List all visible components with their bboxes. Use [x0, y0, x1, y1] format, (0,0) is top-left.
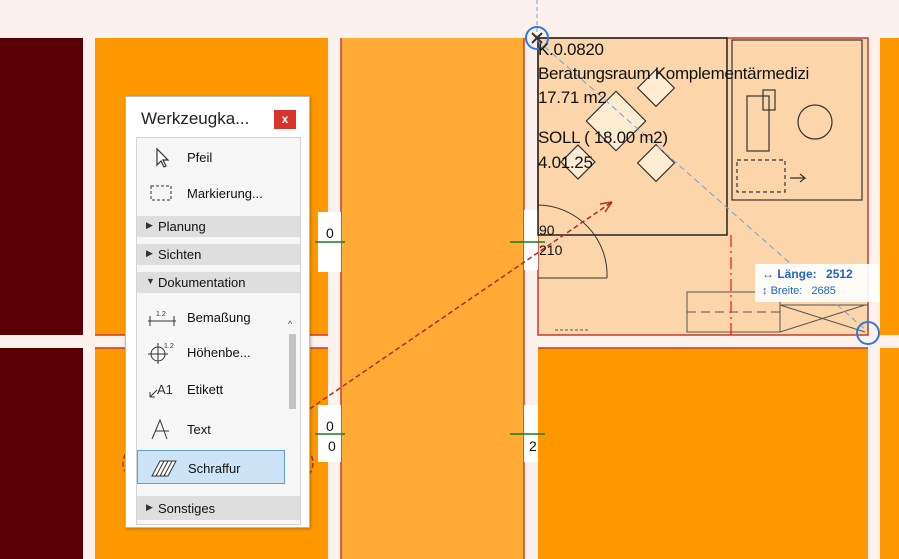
tool-label: Pfeil: [187, 150, 213, 165]
triangle-right-icon: ▶: [146, 248, 153, 258]
text-icon: [151, 418, 169, 440]
tool-text[interactable]: Text: [137, 412, 285, 446]
close-button[interactable]: x: [274, 110, 296, 129]
room-block: [880, 348, 899, 559]
palette-title: Werkzeugka...: [141, 109, 250, 128]
tool-etikett[interactable]: A1 Etikett: [137, 372, 285, 406]
tool-label: Etikett: [187, 382, 224, 397]
tool-label: Höhenbe...: [187, 345, 251, 360]
group-dokumentation[interactable]: ▼ Dokumentation: [137, 272, 300, 293]
door-label: 0: [326, 418, 334, 434]
tool-markierung[interactable]: Markierung...: [137, 176, 300, 210]
group-sonstiges[interactable]: ▶ Sonstiges: [137, 496, 300, 520]
tool-label: Schraffur: [188, 461, 241, 476]
group-label: Sonstiges: [158, 501, 216, 516]
door-height-label: 210: [539, 242, 563, 258]
room-block: [880, 38, 899, 335]
tool-pfeil[interactable]: Pfeil: [137, 140, 300, 174]
door-label: 0: [328, 438, 336, 454]
door-width-label: 90: [539, 222, 555, 238]
room-target-area: SOLL ( 18.00 m2): [538, 128, 668, 147]
group-label: Planung: [158, 219, 206, 234]
tool-list: Pfeil Markierung... ▶ Planung ▶ Sichten …: [136, 137, 301, 525]
tool-hoehenbemassung[interactable]: 1.2 Höhenbe...: [137, 335, 285, 369]
triangle-right-icon: ▶: [146, 502, 153, 512]
room-code: 4.01.25: [538, 153, 593, 172]
length-value: 2512: [826, 267, 853, 281]
group-sichten[interactable]: ▶ Sichten: [137, 244, 300, 265]
length-label: Länge:: [777, 267, 817, 281]
room-area: 17.71 m2: [538, 88, 607, 107]
palette-scrollbar[interactable]: ^ v: [287, 317, 298, 523]
fill-hatch-icon: [151, 460, 177, 477]
arrow-pointer-icon: [156, 147, 170, 168]
tool-palette[interactable]: Werkzeugka... x Pfeil Markierung... ▶ Pl…: [125, 96, 310, 528]
scroll-thumb[interactable]: [289, 334, 296, 409]
level-dimension-icon: 1.2: [148, 343, 174, 364]
svg-text:1.2: 1.2: [156, 311, 166, 318]
door-label: 2: [529, 438, 537, 454]
tool-label: Bemaßung: [187, 310, 251, 325]
dimension-tooltip: ↔ Länge: 2512 ↕ Breite: 2685: [755, 264, 880, 302]
width-arrow-icon: ↕: [762, 285, 768, 297]
triangle-down-icon: ▼: [146, 276, 155, 286]
tool-label: Markierung...: [187, 186, 263, 201]
width-value: 2685: [811, 285, 836, 297]
tool-bemassung[interactable]: 1.2 Bemaßung: [137, 300, 285, 334]
tool-schraffur[interactable]: Schraffur: [137, 450, 285, 484]
scroll-up-icon[interactable]: ^: [288, 319, 292, 329]
corridor-block: [341, 38, 524, 559]
room-number: K.0.0820: [538, 40, 604, 59]
svg-text:A1: A1: [157, 382, 173, 397]
dimension-icon: 1.2: [148, 311, 176, 326]
door-label: 0: [326, 225, 334, 241]
width-label: Breite:: [770, 285, 803, 297]
wall-dark-bottom: [0, 348, 83, 559]
tool-label: Text: [187, 422, 211, 437]
room-block: [538, 348, 868, 559]
label-icon: A1: [149, 382, 173, 398]
group-label: Sichten: [158, 247, 202, 262]
triangle-right-icon: ▶: [146, 220, 153, 230]
group-planung[interactable]: ▶ Planung: [137, 216, 300, 237]
length-arrow-icon: ↔: [762, 267, 774, 281]
marquee-icon: [150, 185, 172, 201]
room-name: Beratungsraum Komplementärmedizi: [538, 64, 810, 83]
svg-text:1.2: 1.2: [164, 343, 174, 350]
group-label: Dokumentation: [158, 275, 246, 290]
wall-dark-top: [0, 38, 83, 335]
